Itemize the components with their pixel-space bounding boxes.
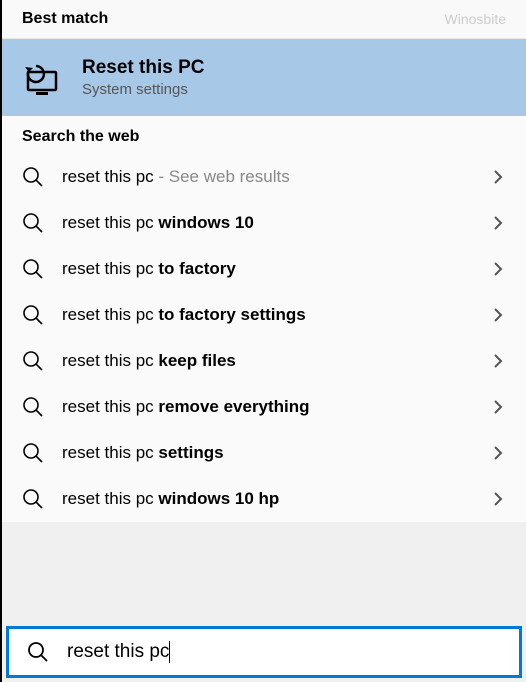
chevron-right-icon xyxy=(490,307,506,323)
search-icon xyxy=(27,641,49,663)
chevron-right-icon xyxy=(490,353,506,369)
result-text: reset this pc remove everything xyxy=(62,397,472,417)
chevron-right-icon xyxy=(490,261,506,277)
result-text: reset this pc to factory xyxy=(62,259,472,279)
web-result-item[interactable]: reset this pc windows 10 hp xyxy=(2,476,526,522)
reset-pc-icon xyxy=(22,58,62,98)
search-icon xyxy=(22,350,44,372)
web-result-item[interactable]: reset this pc to factory settings xyxy=(2,292,526,338)
best-match-title: Reset this PC xyxy=(82,57,204,79)
result-text: reset this pc to factory settings xyxy=(62,305,472,325)
result-text: reset this pc keep files xyxy=(62,351,472,371)
chevron-right-icon xyxy=(490,491,506,507)
search-icon xyxy=(22,212,44,234)
chevron-right-icon xyxy=(490,169,506,185)
web-result-item[interactable]: reset this pc settings xyxy=(2,430,526,476)
watermark: Winosbite xyxy=(445,11,506,27)
search-icon xyxy=(22,396,44,418)
section-best-match-title: Best match xyxy=(22,10,108,28)
web-result-item[interactable]: reset this pc remove everything xyxy=(2,384,526,430)
chevron-right-icon xyxy=(490,445,506,461)
chevron-right-icon xyxy=(490,215,506,231)
section-search-web-title: Search the web xyxy=(2,116,526,154)
best-match-subtitle: System settings xyxy=(82,81,204,98)
web-results: reset this pc - See web results reset thi… xyxy=(2,154,526,522)
result-text: reset this pc settings xyxy=(62,443,472,463)
web-result-item[interactable]: reset this pc windows 10 xyxy=(2,200,526,246)
header: Best match Winosbite xyxy=(2,0,526,39)
search-input-text: reset this pc xyxy=(67,641,169,663)
chevron-right-icon xyxy=(490,399,506,415)
result-text: reset this pc windows 10 hp xyxy=(62,489,472,509)
search-icon xyxy=(22,166,44,188)
web-result-item[interactable]: reset this pc - See web results xyxy=(2,154,526,200)
web-result-item[interactable]: reset this pc to factory xyxy=(2,246,526,292)
result-text: reset this pc windows 10 xyxy=(62,213,472,233)
search-icon xyxy=(22,442,44,464)
search-icon xyxy=(22,488,44,510)
web-result-item[interactable]: reset this pc keep files xyxy=(2,338,526,384)
best-match-text: Reset this PC System settings xyxy=(82,57,204,98)
best-match-result[interactable]: Reset this PC System settings xyxy=(2,39,526,116)
text-caret xyxy=(169,641,170,663)
search-icon xyxy=(22,258,44,280)
result-text: reset this pc - See web results xyxy=(62,167,472,187)
search-box[interactable]: reset this pc xyxy=(6,626,522,678)
search-icon xyxy=(22,304,44,326)
